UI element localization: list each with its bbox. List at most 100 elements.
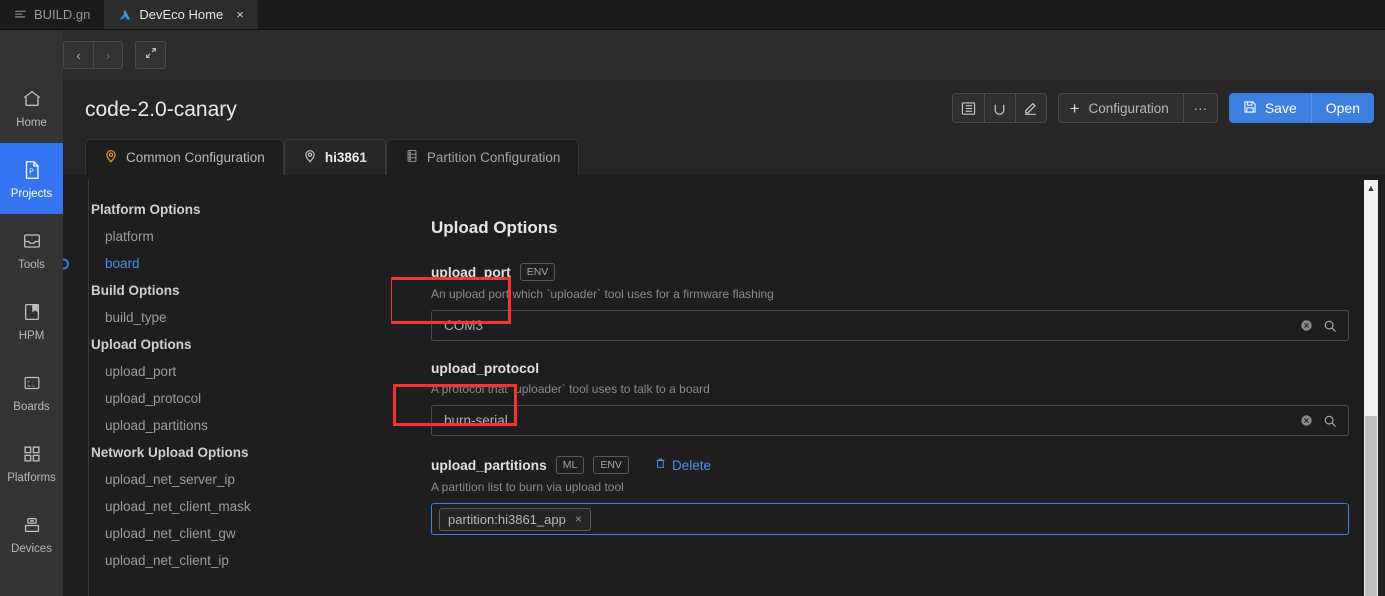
file-lines-icon: [14, 8, 27, 21]
configuration-tabs: Common Configuration hi3861 Partition Co…: [63, 122, 1385, 175]
tab-hi3861[interactable]: hi3861: [283, 139, 386, 175]
tab-label: Partition Configuration: [426, 150, 561, 165]
upload-protocol-input[interactable]: burn-serial: [431, 405, 1349, 437]
tree-item-upload-port[interactable]: upload_port: [63, 358, 391, 385]
tab-common-configuration[interactable]: Common Configuration: [85, 139, 284, 175]
partition-tag[interactable]: partition:hi3861_app ×: [439, 507, 591, 531]
top-toolbar: ‹ ›: [0, 30, 1385, 80]
clear-circle-icon[interactable]: [1300, 414, 1313, 427]
expand-button[interactable]: [135, 41, 166, 69]
save-button[interactable]: Save: [1228, 93, 1311, 123]
field-description: A protocol that `uploader` tool uses to …: [431, 382, 710, 397]
tree-item-upload-partitions[interactable]: upload_partitions: [63, 412, 391, 439]
field-label: upload_protocol: [431, 361, 540, 377]
tree-item-upload-net-client-ip[interactable]: upload_net_client_ip: [63, 547, 391, 574]
left-activity-rail: Home P Projects Tools HPM + - × = Boards…: [0, 30, 63, 596]
expand-icon: [144, 46, 158, 65]
tree-group: Build Options: [91, 283, 180, 298]
server-rack-icon: [405, 149, 419, 166]
calculator-icon: + - × =: [21, 371, 43, 396]
refresh-icon[interactable]: [983, 94, 1015, 122]
tree-item-upload-net-client-mask[interactable]: upload_net_client_mask: [63, 493, 391, 520]
remove-tag-icon[interactable]: ×: [575, 512, 582, 526]
tree-item-board[interactable]: board: [63, 250, 391, 277]
tab-label: Common Configuration: [126, 150, 265, 165]
main-page: code-2.0-canary + Configuration ··· Save…: [63, 80, 1385, 596]
tree-item-upload-protocol[interactable]: upload_protocol: [63, 385, 391, 412]
window-tab-deveco-home[interactable]: DevEco Home ×: [104, 0, 258, 29]
tree-group: Upload Options: [91, 337, 192, 352]
usb-device-icon: [21, 513, 43, 538]
more-options-button[interactable]: ···: [1182, 94, 1217, 122]
forward-button[interactable]: ›: [93, 41, 123, 69]
field-label: upload_partitions: [431, 457, 547, 473]
tree-item-platform[interactable]: platform: [63, 223, 391, 250]
tab-label: hi3861: [324, 150, 367, 165]
tree-group: Network Upload Options: [91, 445, 249, 460]
floppy-disk-icon: [1243, 100, 1257, 117]
options-tree: Platform Options platform board Build Op…: [63, 180, 391, 596]
sidebar-item-platforms[interactable]: Platforms: [0, 427, 63, 498]
home-icon: [21, 87, 43, 112]
vertical-scrollbar[interactable]: ▲: [1364, 180, 1378, 596]
upload-protocol-value[interactable]: burn-serial: [432, 413, 1300, 428]
section-title: Upload Options: [431, 218, 558, 237]
field-description: A partition list to burn via upload tool: [431, 480, 624, 495]
upload-port-input[interactable]: COM3: [431, 310, 1349, 342]
window-tab-strip: BUILD.gn DevEco Home ×: [0, 0, 1385, 30]
close-icon[interactable]: ×: [236, 8, 244, 21]
badge-ml: ML: [555, 456, 585, 475]
tab-partition-configuration[interactable]: Partition Configuration: [385, 139, 580, 175]
open-label: Open: [1325, 100, 1360, 116]
field-upload-protocol: upload_protocol A protocol that `uploade…: [431, 361, 1349, 437]
tree-item-upload-net-client-gw[interactable]: upload_net_client_gw: [63, 520, 391, 547]
tree-item-upload-net-server-ip[interactable]: upload_net_server_ip: [63, 466, 391, 493]
window-tab-label: BUILD.gn: [34, 7, 91, 22]
deveco-logo-icon: [118, 8, 132, 22]
tools-tray-icon: [21, 229, 43, 254]
badge-env: ENV: [519, 263, 556, 282]
upload-port-value[interactable]: COM3: [432, 318, 1300, 333]
tree-item-build-type[interactable]: build_type: [63, 304, 391, 331]
search-icon[interactable]: [1323, 319, 1337, 333]
back-button[interactable]: ‹: [63, 41, 93, 69]
save-label: Save: [1264, 100, 1297, 116]
svg-text:P: P: [29, 169, 34, 176]
settings-content: Upload Options upload_port ENV An upload…: [391, 180, 1385, 596]
sidebar-item-label: Boards: [13, 400, 50, 413]
plus-icon: +: [1069, 98, 1080, 118]
delete-button[interactable]: Delete: [654, 457, 711, 473]
scrollbar-thumb[interactable]: [1365, 416, 1377, 596]
primary-actions: Save Open: [1228, 93, 1374, 123]
sidebar-item-boards[interactable]: + - × = Boards: [0, 356, 63, 427]
svg-text:× =: × =: [27, 384, 34, 390]
input-actions: [1300, 414, 1348, 428]
content-body: Platform Options platform board Build Op…: [63, 180, 1385, 596]
bookmark-book-icon: [21, 300, 43, 325]
scroll-up-arrow-icon[interactable]: ▲: [1364, 180, 1378, 196]
sidebar-item-hpm[interactable]: HPM: [0, 285, 63, 356]
location-pin-outline-icon: [303, 149, 317, 166]
input-actions: [1300, 319, 1348, 333]
add-configuration-button[interactable]: + Configuration: [1059, 94, 1183, 122]
sidebar-item-projects[interactable]: P Projects: [0, 143, 63, 214]
sidebar-item-tools[interactable]: Tools: [0, 214, 63, 285]
open-button[interactable]: Open: [1310, 93, 1374, 123]
window-tab-build-gn[interactable]: BUILD.gn: [0, 0, 105, 29]
sidebar-item-label: Home: [16, 116, 47, 129]
search-icon[interactable]: [1323, 414, 1337, 428]
field-header: upload_partitions ML ENV Delete: [431, 456, 1349, 475]
upload-partitions-input[interactable]: partition:hi3861_app ×: [431, 503, 1349, 536]
list-view-icon[interactable]: [953, 94, 984, 122]
configuration-button-group: + Configuration ···: [1057, 93, 1218, 123]
grid-squares-icon: [21, 442, 43, 467]
field-description: An upload port which `uploader` tool use…: [431, 287, 774, 302]
tag-label: partition:hi3861_app: [448, 511, 566, 527]
clear-circle-icon[interactable]: [1300, 319, 1313, 332]
project-file-icon: P: [21, 158, 43, 183]
sidebar-item-devices[interactable]: Devices: [0, 498, 63, 569]
sidebar-item-home[interactable]: Home: [0, 72, 63, 143]
field-upload-partitions: upload_partitions ML ENV Delete A partit…: [431, 456, 1349, 536]
edit-pencil-icon[interactable]: [1014, 94, 1046, 122]
